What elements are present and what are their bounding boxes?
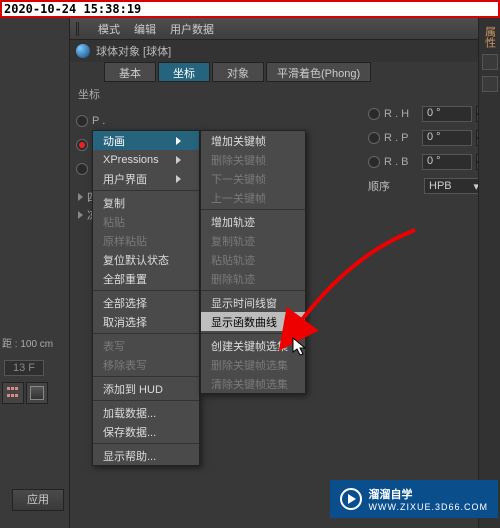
menu-separator <box>93 290 199 291</box>
submenu-arrow-icon <box>176 137 181 145</box>
panel-grip-icon[interactable] <box>76 22 84 36</box>
context-menu: 动画 XPressions 用户界面 复制 粘贴 原样粘贴 复位默认状态 全部重… <box>92 130 200 466</box>
watermark-brand: 溜溜自学 <box>368 486 488 502</box>
label-order: 顺序 <box>368 178 418 194</box>
label-rp: R . P <box>384 132 418 144</box>
frame-readout[interactable]: 13 F <box>4 360 44 376</box>
object-header: 球体对象 [球体] <box>70 40 500 62</box>
row-rh: R . H 0 ° ▲▼ <box>368 103 488 125</box>
right-strip-icon-2[interactable] <box>482 76 498 92</box>
submenu-arrow-icon <box>176 175 181 183</box>
menu-item-paste-track[interactable]: 粘贴轨迹 <box>201 250 305 269</box>
context-submenu-animation: 增加关键帧 删除关键帧 下一关键帧 上一关键帧 增加轨迹 复制轨迹 粘贴轨迹 删… <box>200 130 306 394</box>
menu-item-next-keyframe[interactable]: 下一关键帧 <box>201 169 305 188</box>
tab-coord[interactable]: 坐标 <box>158 62 210 82</box>
select-order[interactable]: HPB▾ <box>424 178 484 194</box>
menu-item-paste-identical[interactable]: 原样粘贴 <box>93 231 199 250</box>
menu-edit[interactable]: 编辑 <box>134 21 156 37</box>
right-strip: 属性 <box>478 18 500 528</box>
apply-button[interactable]: 应用 <box>12 489 64 511</box>
menu-item-delete-track[interactable]: 删除轨迹 <box>201 269 305 288</box>
menu-item-overwrite[interactable]: 表写 <box>93 336 199 355</box>
menu-mode[interactable]: 模式 <box>98 21 120 37</box>
menu-separator <box>93 376 199 377</box>
menu-item-deselect[interactable]: 取消选择 <box>93 312 199 331</box>
menu-item-prev-keyframe[interactable]: 上一关键帧 <box>201 188 305 207</box>
menu-separator <box>201 290 305 291</box>
menu-item-delete-keyset[interactable]: 删除关键帧选集 <box>201 355 305 374</box>
menu-item-show-timeline[interactable]: 显示时间线窗 <box>201 293 305 312</box>
submenu-arrow-icon <box>176 156 181 164</box>
key-indicator-py[interactable] <box>76 139 88 151</box>
tab-object[interactable]: 对象 <box>212 62 264 82</box>
label-rh: R . H <box>384 108 418 120</box>
menu-item-add-track[interactable]: 增加轨迹 <box>201 212 305 231</box>
right-strip-label[interactable]: 属性 <box>482 26 498 48</box>
menu-item-xpressions[interactable]: XPressions <box>93 150 199 169</box>
attribute-toolbar: 模式 编辑 用户数据 <box>70 18 500 40</box>
menu-separator <box>93 333 199 334</box>
input-rp[interactable]: 0 ° <box>422 130 472 146</box>
key-indicator-rh[interactable] <box>368 108 380 120</box>
film-icon <box>30 386 44 400</box>
grid-button[interactable] <box>2 382 24 404</box>
menu-item-show-fcurve[interactable]: 显示函数曲线 <box>201 312 305 331</box>
key-indicator-rp[interactable] <box>368 132 380 144</box>
row-rb: R . B 0 ° ▲▼ <box>368 151 488 173</box>
menu-item-copy-track[interactable]: 复制轨迹 <box>201 231 305 250</box>
film-button[interactable] <box>26 382 48 404</box>
menu-item-reset-all[interactable]: 全部重置 <box>93 269 199 288</box>
menu-item-add-keyframe[interactable]: 增加关键帧 <box>201 131 305 150</box>
left-toolbar <box>2 382 48 404</box>
menu-separator <box>93 400 199 401</box>
label-rb: R . B <box>384 156 418 168</box>
play-circle-icon <box>340 488 362 510</box>
right-strip-icon-1[interactable] <box>482 54 498 70</box>
label-px: P . <box>92 115 120 127</box>
menu-item-show-help[interactable]: 显示帮助... <box>93 446 199 465</box>
key-indicator-rb[interactable] <box>368 156 380 168</box>
sphere-icon <box>76 44 90 58</box>
menu-item-load-data[interactable]: 加载数据... <box>93 403 199 422</box>
menu-separator <box>93 443 199 444</box>
triangle-icon <box>78 193 83 201</box>
menu-item-select-all[interactable]: 全部选择 <box>93 293 199 312</box>
left-pane <box>0 18 70 528</box>
row-rp: R . P 0 ° ▲▼ <box>368 127 488 149</box>
menu-item-paste[interactable]: 粘贴 <box>93 212 199 231</box>
menu-item-restore-default[interactable]: 复位默认状态 <box>93 250 199 269</box>
tab-basic[interactable]: 基本 <box>104 62 156 82</box>
menu-item-save-data[interactable]: 保存数据... <box>93 422 199 441</box>
watermark: 溜溜自学 WWW.ZIXUE.3D66.COM <box>330 480 498 518</box>
menu-separator <box>93 190 199 191</box>
timestamp-bar: 2020-10-24 15:38:19 <box>0 0 500 18</box>
key-indicator-px[interactable] <box>76 115 88 127</box>
menu-item-remove-overwrite[interactable]: 移除表写 <box>93 355 199 374</box>
menu-item-copy[interactable]: 复制 <box>93 193 199 212</box>
key-indicator-pz[interactable] <box>76 163 88 175</box>
watermark-url: WWW.ZIXUE.3D66.COM <box>368 502 488 512</box>
menu-userdata[interactable]: 用户数据 <box>170 21 214 37</box>
distance-readout: 距 : 100 cm <box>2 335 53 350</box>
row-order: 顺序 HPB▾ <box>368 178 484 194</box>
menu-item-add-hud[interactable]: 添加到 HUD <box>93 379 199 398</box>
menu-item-delete-keyframe[interactable]: 删除关键帧 <box>201 150 305 169</box>
input-rh[interactable]: 0 ° <box>422 106 472 122</box>
menu-item-create-keyset[interactable]: 创建关键帧选集 <box>201 336 305 355</box>
menu-separator <box>201 209 305 210</box>
object-title: 球体对象 [球体] <box>96 43 171 59</box>
tabs-row: 基本 坐标 对象 平滑着色(Phong) <box>70 62 500 82</box>
menu-item-clear-keyset[interactable]: 清除关键帧选集 <box>201 374 305 393</box>
triangle-icon <box>78 211 83 219</box>
menu-item-animation[interactable]: 动画 <box>93 131 199 150</box>
menu-item-ui[interactable]: 用户界面 <box>93 169 199 188</box>
tab-phong[interactable]: 平滑着色(Phong) <box>266 62 371 82</box>
input-rb[interactable]: 0 ° <box>422 154 472 170</box>
menu-separator <box>201 333 305 334</box>
rotation-column: R . H 0 ° ▲▼ R . P 0 ° ▲▼ R . B 0 ° ▲▼ <box>368 103 488 175</box>
